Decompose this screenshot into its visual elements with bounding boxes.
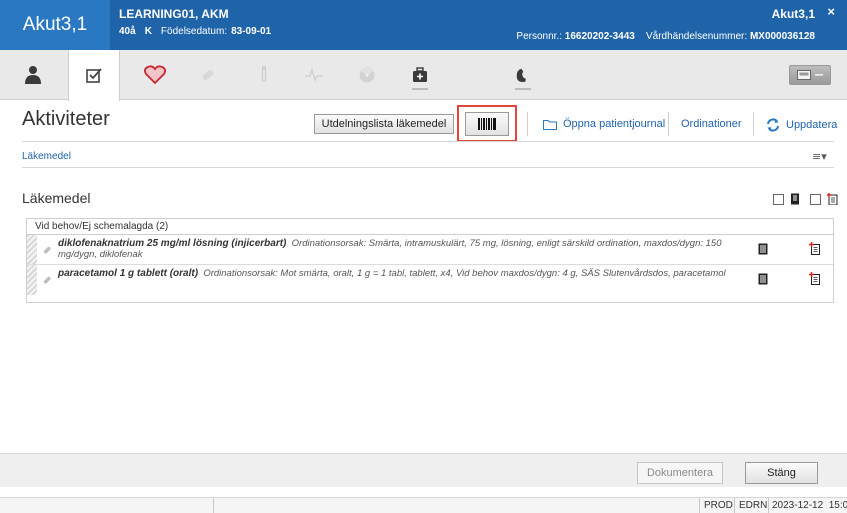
ordinationer-link[interactable]: Ordinationer <box>681 118 742 130</box>
birth-value: 83-09-01 <box>231 26 272 37</box>
open-journal-link[interactable]: Öppna patientjournal <box>543 118 665 130</box>
section-actions <box>773 193 839 205</box>
patient-ids: Personnr.: 16620202-3443 Vårdhändelsenum… <box>516 31 815 42</box>
patient-sex: K <box>144 26 152 37</box>
divider <box>22 167 834 168</box>
add-document-icon[interactable] <box>809 240 821 259</box>
document-icon <box>791 193 799 205</box>
tube-icon[interactable] <box>244 50 284 100</box>
phone-icon[interactable] <box>503 50 543 100</box>
close-icon[interactable]: × <box>827 4 835 19</box>
refresh-icon <box>767 118 779 132</box>
group-header[interactable]: Vid behov/Ej schemalagda (2) <box>27 219 833 235</box>
vardhandelse-value: MX000036128 <box>749 31 815 42</box>
pill-icon <box>42 240 52 259</box>
select-doc-checkbox[interactable] <box>773 193 784 205</box>
inbox-menu-button[interactable] <box>789 65 831 85</box>
row-text: paracetamol 1 g tablett (oralt) Ordinati… <box>58 268 728 279</box>
status-separator <box>699 498 700 513</box>
section-title: Läkemedel <box>22 190 91 206</box>
ordinationer-label: Ordinationer <box>681 118 742 130</box>
add-document-icon[interactable] <box>809 270 821 289</box>
inbox-icon <box>797 70 811 80</box>
status-system: EDRN <box>739 500 768 511</box>
row-stripe <box>27 235 37 264</box>
stang-button[interactable]: Stäng <box>745 462 818 484</box>
table-row[interactable]: paracetamol 1 g tablett (oralt) Ordinati… <box>27 265 833 295</box>
patient-info: 40å K Födelsedatum: 83-09-01 <box>119 26 271 37</box>
medication-table: Vid behov/Ej schemalagda (2) diklofenakn… <box>26 218 834 303</box>
update-link[interactable]: Uppdatera <box>766 118 837 132</box>
status-separator <box>734 498 735 513</box>
row-text: diklofenaknatrium 25 mg/ml lösning (inji… <box>58 238 728 260</box>
drug-detail: Ordinationsorsak: Mot smärta, oralt, 1 g… <box>203 268 726 279</box>
dokumentera-button[interactable]: Dokumentera <box>637 462 723 484</box>
document-icon[interactable] <box>758 270 768 289</box>
personnr-value: 16620202-3443 <box>564 31 635 42</box>
medkit-icon[interactable] <box>400 50 440 100</box>
app-window: Akut3,1 LEARNING01, AKM 40å K Födelsedat… <box>0 0 847 513</box>
birth-label: Födelsedatum: <box>160 26 228 37</box>
separator <box>668 112 669 136</box>
divider <box>22 141 834 142</box>
ecg-icon[interactable] <box>294 50 334 100</box>
status-bar: PROD EDRN 2023-12-12 15:09 <box>0 497 847 513</box>
unit-label-right: Akut3,1 <box>771 7 815 21</box>
patient-age: 40å <box>119 26 136 37</box>
unit-label: Akut3,1 <box>0 0 110 50</box>
status-separator <box>768 498 769 513</box>
select-add-checkbox[interactable] <box>810 193 821 205</box>
patient-header: Akut3,1 LEARNING01, AKM 40å K Födelsedat… <box>0 0 847 50</box>
checklist-icon[interactable] <box>68 50 120 101</box>
tab-underline <box>412 88 428 90</box>
barcode-button[interactable] <box>465 112 509 136</box>
update-label: Uppdatera <box>786 119 838 131</box>
module-toolbar <box>0 50 847 101</box>
heart-icon[interactable] <box>135 50 175 100</box>
list-menu-icon[interactable]: ≡▾ <box>812 150 827 163</box>
personnr-label: Personnr.: <box>516 31 562 42</box>
status-env: PROD <box>704 500 733 511</box>
utdelningslista-button[interactable]: Utdelningslista läkemedel <box>314 114 454 134</box>
patient-name: LEARNING01, AKM <box>119 7 229 21</box>
table-row[interactable]: diklofenaknatrium 25 mg/ml lösning (inji… <box>27 235 833 265</box>
status-datetime: 2023-12-12 15:09 <box>772 500 847 511</box>
separator <box>753 112 754 136</box>
drug-name: diklofenaknatrium 25 mg/ml lösning (inji… <box>58 238 287 249</box>
radiation-icon[interactable] <box>347 50 387 100</box>
drug-name: paracetamol 1 g tablett (oralt) <box>58 268 199 279</box>
add-document-icon <box>827 193 838 205</box>
dash-icon <box>815 74 823 76</box>
barcode-icon <box>478 118 496 130</box>
page-title: Aktiviteter <box>22 108 110 130</box>
bandage-icon[interactable] <box>188 50 228 100</box>
separator <box>527 112 528 136</box>
breadcrumb-lakemedel[interactable]: Läkemedel <box>22 151 71 162</box>
folder-icon <box>543 119 557 130</box>
pill-icon <box>42 270 52 289</box>
status-separator <box>213 498 214 513</box>
person-icon[interactable] <box>13 50 53 100</box>
document-icon[interactable] <box>758 240 768 259</box>
tab-underline <box>515 88 531 90</box>
open-journal-label: Öppna patientjournal <box>563 118 666 130</box>
row-stripe <box>27 265 37 295</box>
vardhandelse-label: Vårdhändelsenummer: <box>645 31 748 42</box>
